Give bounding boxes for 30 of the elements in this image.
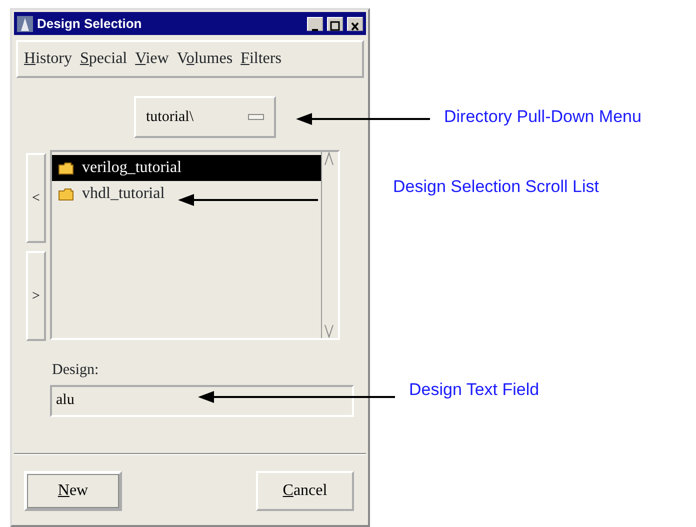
dialog-button[interactable]: New: [24, 470, 122, 510]
menu-item[interactable]: Special: [80, 47, 128, 71]
maximize-button[interactable]: [327, 16, 343, 30]
menu-item[interactable]: Filters: [240, 47, 282, 71]
scroll-up-icon[interactable]: [322, 152, 336, 166]
nav-button[interactable]: >: [26, 251, 46, 341]
dropdown-indicator-icon: [248, 114, 264, 120]
close-button[interactable]: [347, 16, 363, 30]
annotation-label: Design Text Field: [409, 380, 540, 400]
design-field[interactable]: alu: [50, 384, 354, 416]
app-icon: [17, 16, 33, 32]
menu-item[interactable]: Volumes: [176, 47, 233, 71]
close-icon: [351, 22, 359, 31]
field-label: Design:: [52, 361, 100, 380]
maximize-icon: [330, 21, 340, 31]
nav-button[interactable]: <: [26, 153, 46, 243]
list-item[interactable]: verilog_tutorial: [52, 155, 321, 181]
menu-item[interactable]: View: [135, 47, 169, 71]
menu-item[interactable]: History: [24, 47, 72, 71]
dialog-button[interactable]: Cancel: [256, 470, 354, 510]
annotation-label: Design Selection Scroll List: [393, 177, 599, 197]
folder-icon: [58, 188, 74, 200]
annotation-label: Directory Pull-Down Menu: [444, 107, 642, 127]
minimize-button[interactable]: [307, 16, 323, 30]
directory-dropdown[interactable]: tutorial\: [134, 96, 276, 138]
window-title: Design Selection: [37, 16, 143, 31]
minimize-icon: [312, 29, 318, 32]
folder-icon: [58, 162, 74, 174]
list-item[interactable]: vhdl_tutorial: [52, 181, 171, 207]
scroll-down-icon[interactable]: [322, 324, 336, 338]
